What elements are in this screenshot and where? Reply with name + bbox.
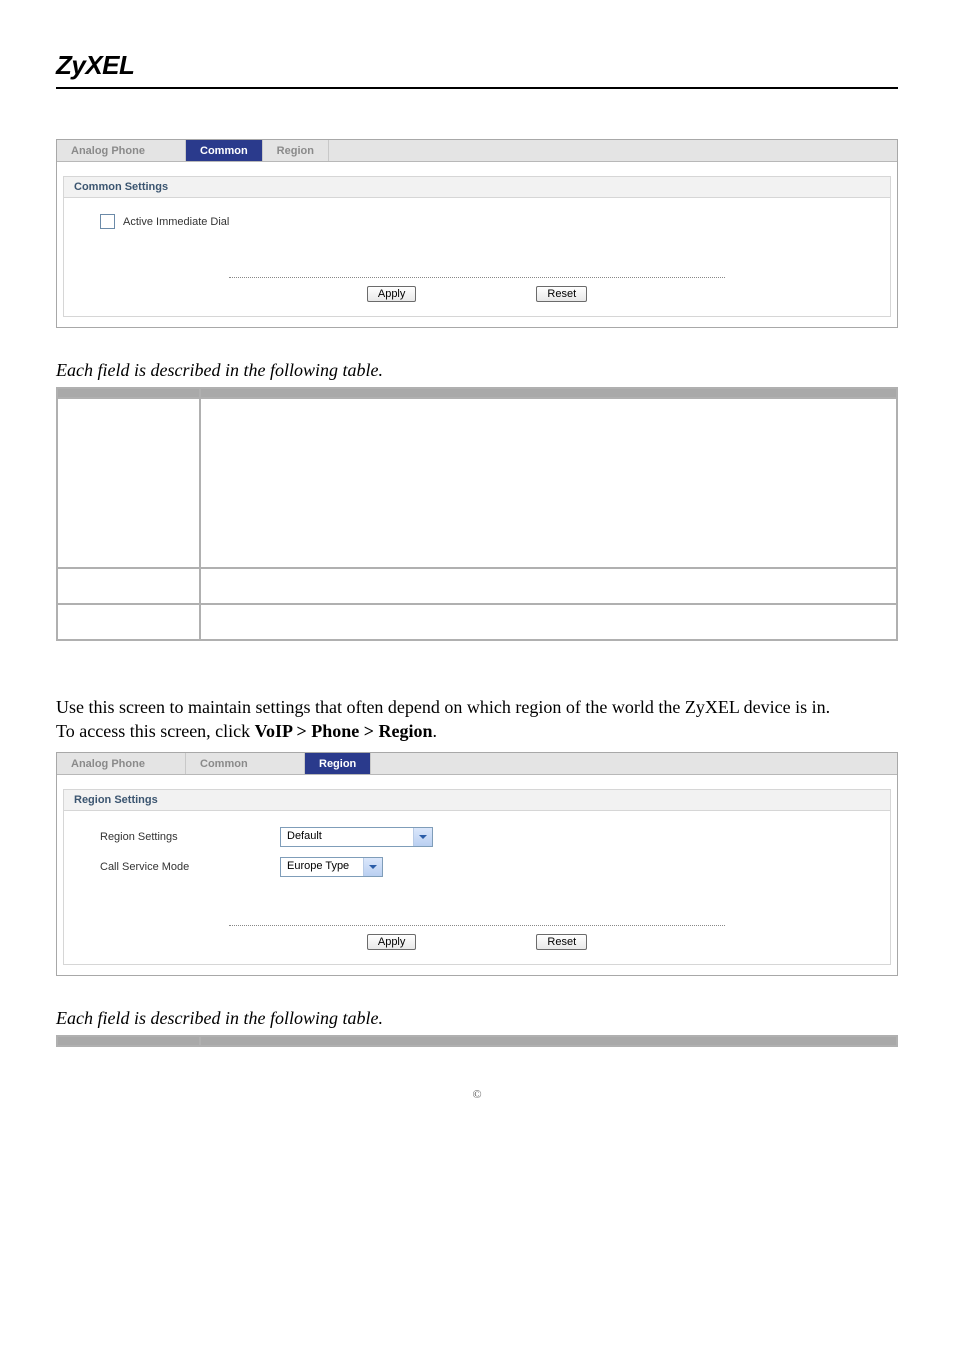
table1-header-desc xyxy=(200,388,897,398)
panel-title: Common Settings xyxy=(64,177,890,198)
tab-region[interactable]: Region xyxy=(305,753,371,774)
active-immediate-dial-label: Active Immediate Dial xyxy=(123,216,229,228)
tab-bar: Analog Phone Common Region xyxy=(57,140,897,162)
table2-header-desc xyxy=(200,1036,897,1046)
tab-bar: Analog Phone Common Region xyxy=(57,753,897,775)
table-row xyxy=(57,568,897,604)
table-row xyxy=(57,604,897,640)
table1 xyxy=(56,387,898,641)
panel-title: Region Settings xyxy=(64,790,890,811)
table2-caption: Each field is described in the following… xyxy=(56,1008,898,1029)
tab-region[interactable]: Region xyxy=(263,140,329,161)
apply-button[interactable]: Apply xyxy=(367,286,417,302)
chevron-down-icon xyxy=(363,858,382,876)
brand-logo: ZyXEL xyxy=(56,50,134,80)
table-row xyxy=(57,398,897,568)
call-service-mode-select[interactable]: Europe Type xyxy=(280,857,383,877)
reset-button[interactable]: Reset xyxy=(536,286,587,302)
tab-common[interactable]: Common xyxy=(186,753,305,774)
apply-button[interactable]: Apply xyxy=(367,934,417,950)
region-settings-select[interactable]: Default xyxy=(280,827,433,847)
chevron-down-icon xyxy=(413,828,432,846)
table2 xyxy=(56,1035,898,1047)
common-screenshot: Analog Phone Common Region Common Settin… xyxy=(56,139,898,328)
table1-caption: Each field is described in the following… xyxy=(56,360,898,381)
footer-copyright: © xyxy=(56,1087,898,1102)
region-screenshot: Analog Phone Common Region Region Settin… xyxy=(56,752,898,976)
tab-common[interactable]: Common xyxy=(186,140,263,161)
region-settings-label: Region Settings xyxy=(100,831,280,843)
tab-analog-phone[interactable]: Analog Phone xyxy=(57,140,186,161)
region-intro-text: Use this screen to maintain settings tha… xyxy=(56,695,898,744)
common-panel: Common Settings Active Immediate Dial Ap… xyxy=(63,176,891,317)
active-immediate-dial-row: Active Immediate Dial xyxy=(100,214,864,229)
call-service-mode-label: Call Service Mode xyxy=(100,861,280,873)
separator xyxy=(229,277,725,278)
page-header: ZyXEL xyxy=(56,50,898,89)
active-immediate-dial-checkbox[interactable] xyxy=(100,214,115,229)
tab-analog-phone[interactable]: Analog Phone xyxy=(57,753,186,774)
region-panel: Region Settings Region Settings Default … xyxy=(63,789,891,965)
table2-header-label xyxy=(57,1036,200,1046)
reset-button[interactable]: Reset xyxy=(536,934,587,950)
call-service-mode-row: Call Service Mode Europe Type xyxy=(100,857,864,877)
separator xyxy=(229,925,725,926)
table1-header-label xyxy=(57,388,200,398)
region-settings-row: Region Settings Default xyxy=(100,827,864,847)
